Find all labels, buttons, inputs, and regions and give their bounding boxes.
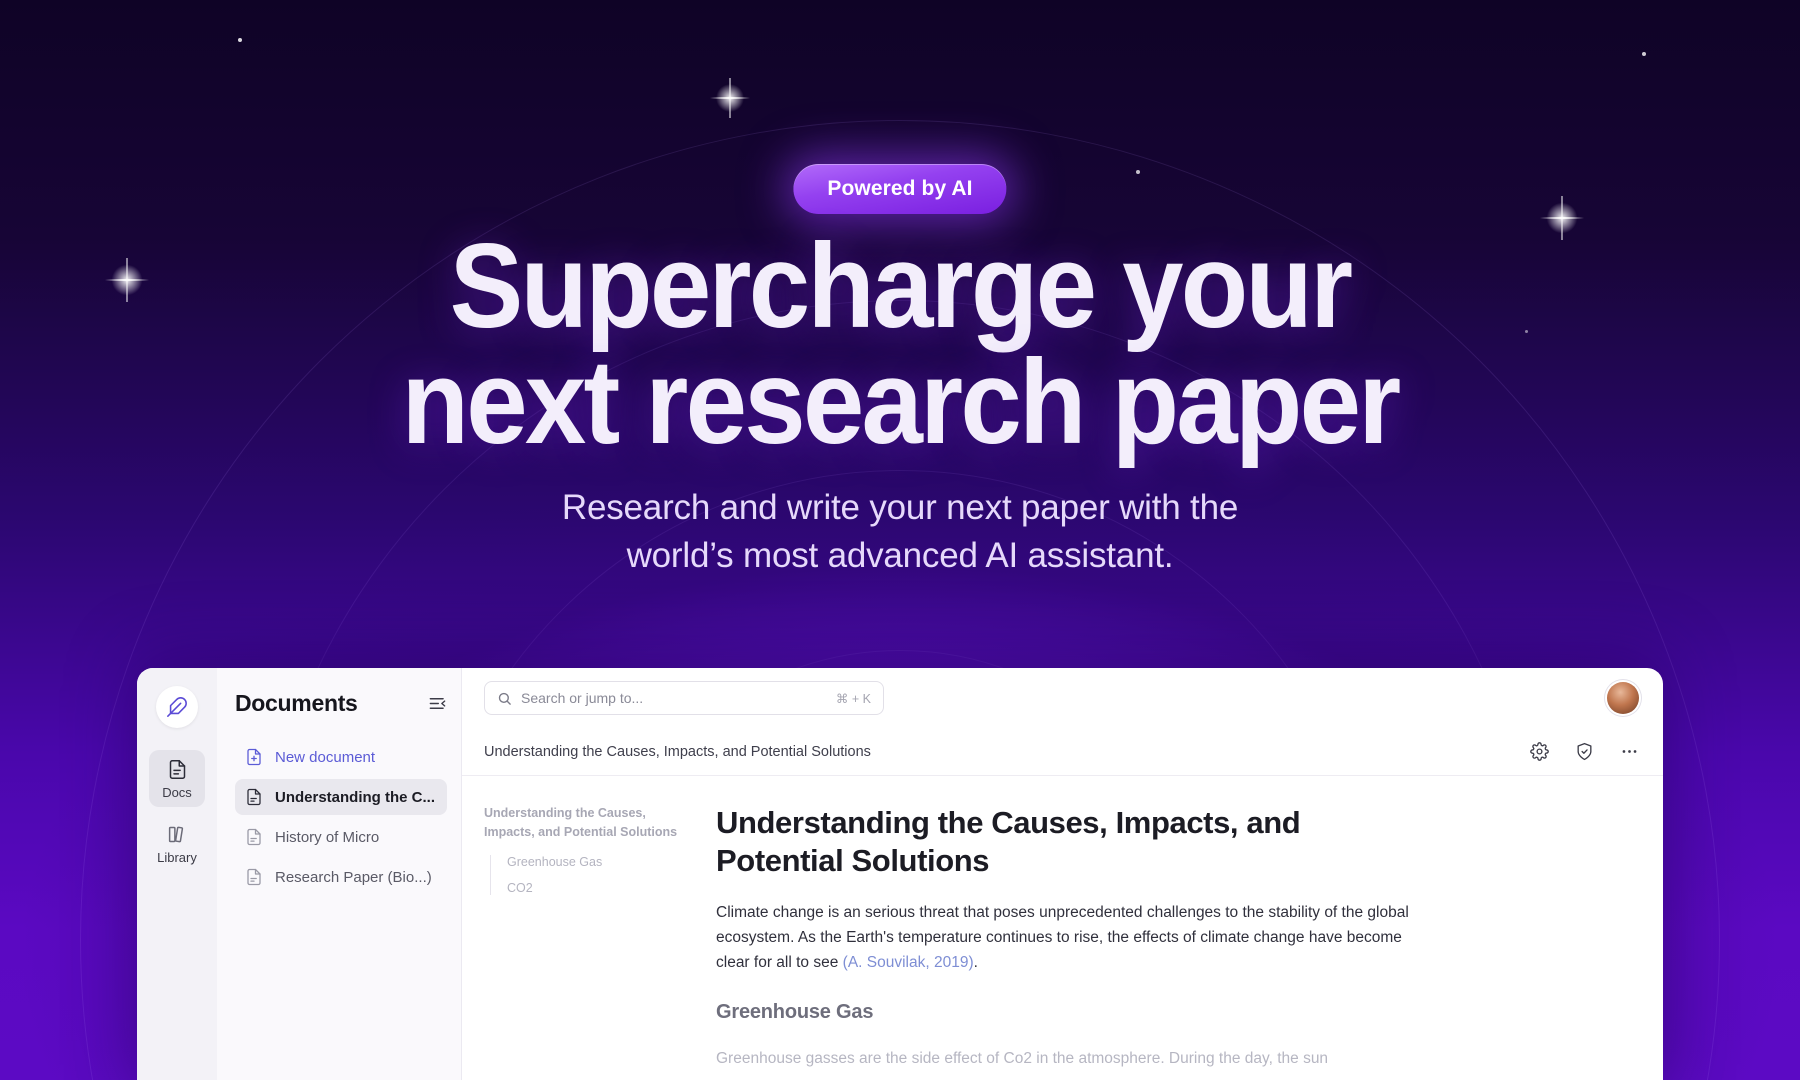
paragraph-text-after: .: [973, 954, 978, 972]
icon-rail: Docs Library: [137, 668, 217, 1080]
search-shortcut-hint: ⌘ + K: [835, 691, 871, 706]
top-bar: Search or jump to... ⌘ + K: [462, 668, 1663, 728]
hero-subtitle: Research and write your next paper with …: [0, 484, 1800, 579]
breadcrumb-bar: Understanding the Causes, Impacts, and P…: [462, 728, 1663, 776]
outline-root-item[interactable]: Understanding the Causes, Impacts, and P…: [484, 804, 698, 843]
document-icon: [247, 788, 261, 806]
breadcrumb[interactable]: Understanding the Causes, Impacts, and P…: [484, 744, 871, 760]
shield-check-icon: [1577, 742, 1592, 761]
app-window-preview: Docs Library Documents New document Unde…: [137, 668, 1663, 1080]
subtitle-line-2: world’s most advanced AI assistant.: [626, 535, 1174, 575]
document-icon: [247, 868, 261, 886]
headline-line-2: next research paper: [401, 335, 1402, 470]
document-paragraph[interactable]: Greenhouse gasses are the side effect of…: [716, 1046, 1416, 1071]
books-icon: [168, 826, 183, 843]
avatar[interactable]: [1607, 682, 1639, 714]
documents-panel-header: Documents: [235, 690, 447, 717]
new-document-label: New document: [275, 748, 376, 766]
outline-item[interactable]: Greenhouse Gas: [507, 855, 698, 869]
document-list-item[interactable]: Understanding the C...: [235, 779, 447, 815]
documents-panel-title: Documents: [235, 690, 358, 716]
headline-line-1: Supercharge your: [449, 219, 1353, 353]
document-icon: [247, 828, 261, 846]
document-icon: [169, 760, 185, 779]
paragraph-text-before: Climate change is an serious threat that…: [716, 903, 1409, 972]
document-section-heading[interactable]: Greenhouse Gas: [716, 1001, 1416, 1024]
document-paragraph[interactable]: Climate change is an serious threat that…: [716, 900, 1416, 975]
document-outline: Understanding the Causes, Impacts, and P…: [484, 804, 716, 1080]
page-title: Supercharge your next research paper: [72, 219, 1728, 470]
outline-item[interactable]: CO2: [507, 881, 698, 895]
new-document-button[interactable]: New document: [235, 739, 447, 775]
powered-by-ai-badge: Powered by AI: [793, 164, 1007, 214]
search-placeholder: Search or jump to...: [521, 690, 644, 706]
subtitle-line-1: Research and write your next paper with …: [561, 488, 1239, 527]
sidebar-item-library[interactable]: Library: [149, 815, 205, 872]
breadcrumb-actions: [1530, 742, 1639, 761]
document-list-item[interactable]: Research Paper (Bio...): [235, 859, 447, 895]
brand-logo: [156, 686, 198, 728]
search-input[interactable]: Search or jump to... ⌘ + K: [484, 681, 884, 715]
document-title[interactable]: Understanding the Causes, Impacts, and P…: [716, 804, 1416, 881]
outline-children: Greenhouse Gas CO2: [490, 854, 698, 895]
document-plus-icon: [247, 748, 261, 766]
document-list-item[interactable]: History of Micro: [235, 819, 447, 855]
main-region: Search or jump to... ⌘ + K Understanding…: [462, 668, 1663, 1080]
document-list-item-label: Research Paper (Bio...): [275, 868, 432, 886]
privacy-button[interactable]: [1575, 742, 1594, 761]
search-icon: [498, 692, 511, 705]
gear-icon: [1530, 742, 1549, 761]
settings-button[interactable]: [1530, 742, 1549, 761]
ellipsis-icon: [1622, 750, 1637, 753]
sidebar-item-docs[interactable]: Docs: [149, 750, 205, 807]
feather-quill-icon: [167, 697, 187, 717]
more-options-button[interactable]: [1620, 742, 1639, 761]
document-list-item-label: History of Micro: [275, 828, 380, 846]
documents-panel: Documents New document Understanding the…: [217, 668, 462, 1080]
collapse-sidebar-icon[interactable]: [428, 694, 447, 713]
sidebar-item-label: Docs: [162, 785, 192, 800]
collapse-sidebar-glyph: [429, 698, 446, 709]
document-list-item-label: Understanding the C...: [275, 788, 436, 806]
document-area: Understanding the Causes, Impacts, and P…: [462, 776, 1663, 1080]
citation-link[interactable]: (A. Souvilak, 2019): [843, 954, 974, 971]
sidebar-item-label: Library: [157, 850, 197, 865]
document-body: Understanding the Causes, Impacts, and P…: [716, 804, 1416, 1080]
